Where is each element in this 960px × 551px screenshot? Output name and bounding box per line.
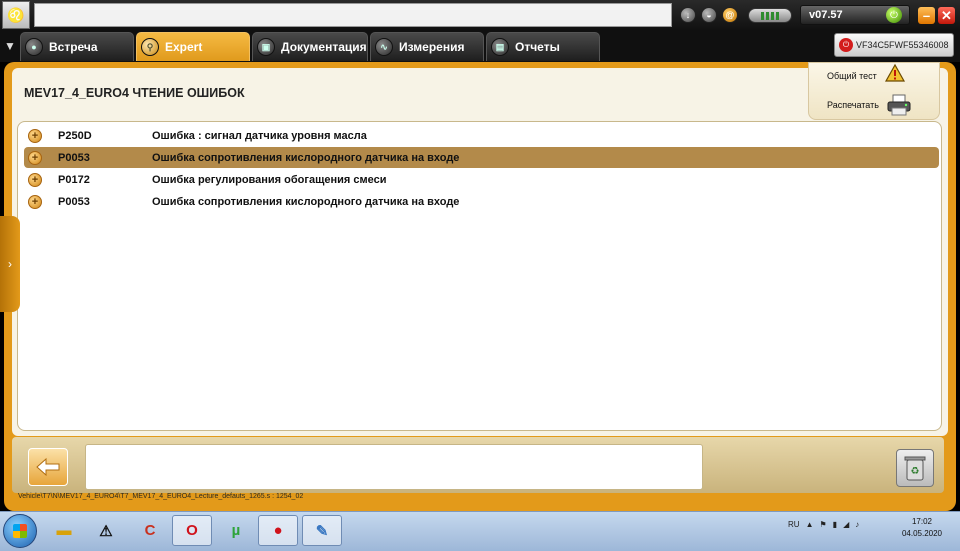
tab-expert[interactable]: ⚲ Expert bbox=[136, 32, 250, 61]
waveform-icon: ∿ bbox=[375, 38, 393, 56]
fault-description: Ошибка сопротивления кислородного датчик… bbox=[152, 195, 460, 208]
tab-label: Измерения bbox=[399, 40, 465, 54]
arrow-left-icon bbox=[36, 457, 60, 477]
tab-label: Документация bbox=[281, 40, 367, 54]
page-title: MEV17_4_EURO4 ЧТЕНИЕ ОШИБОК bbox=[24, 86, 245, 100]
document-icon: ▤ bbox=[491, 38, 509, 56]
list-item[interactable]: + P250D Ошибка : сигнал датчика уровня м… bbox=[24, 125, 939, 146]
expand-icon[interactable]: + bbox=[28, 150, 42, 165]
book-icon: ▣ bbox=[257, 38, 275, 56]
message-field bbox=[85, 444, 703, 490]
fault-description: Ошибка сопротивления кислородного датчик… bbox=[152, 151, 460, 164]
title-bar: ♌ ↓ ◒ @ v07.57 ⏻ – ✕ bbox=[0, 0, 960, 30]
magnifier-icon: ⚲ bbox=[141, 38, 159, 56]
lion-logo-icon: ♌ bbox=[2, 1, 30, 29]
at-icon[interactable]: @ bbox=[722, 7, 738, 23]
fault-code: P0053 bbox=[58, 151, 90, 164]
opera-icon[interactable]: O bbox=[172, 515, 212, 546]
battery-icon bbox=[748, 8, 792, 23]
fault-description: Ошибка : сигнал датчика уровня масла bbox=[152, 129, 367, 142]
chevron-right-icon: › bbox=[8, 257, 12, 271]
fault-list: + P250D Ошибка : сигнал датчика уровня м… bbox=[17, 121, 942, 431]
svg-text:♻: ♻ bbox=[911, 466, 920, 477]
top-status-icons: ↓ ◒ @ bbox=[680, 7, 738, 23]
clock[interactable]: 17:02 04.05.2020 bbox=[900, 516, 944, 540]
tab-reports[interactable]: ▤ Отчеты bbox=[486, 32, 600, 61]
utorrent-icon[interactable]: µ bbox=[216, 515, 256, 546]
folder-icon[interactable]: ▬ bbox=[44, 515, 84, 546]
chevron-down-icon[interactable]: ▼ bbox=[2, 36, 18, 56]
tab-documentation[interactable]: ▣ Документация bbox=[252, 32, 368, 61]
printer-icon[interactable] bbox=[885, 93, 913, 117]
back-button[interactable] bbox=[28, 448, 68, 486]
tab-label: Встреча bbox=[49, 40, 98, 54]
power-icon: ⏻ bbox=[839, 38, 853, 52]
tab-label: Expert bbox=[165, 40, 203, 54]
list-item[interactable]: + P0053 Ошибка сопротивления кислородног… bbox=[24, 191, 939, 212]
status-path: Vehicle\T7\N\MEV17_4_EURO4\T7_MEV17_4_EU… bbox=[18, 493, 304, 500]
helmet-icon[interactable]: ◒ bbox=[701, 7, 717, 23]
list-item[interactable]: + P0172 Ошибка регулирования обогащения … bbox=[24, 169, 939, 190]
vin-label: VF34C5FWF55346008 bbox=[856, 40, 949, 50]
paint-icon[interactable]: ✎ bbox=[302, 515, 342, 546]
delete-button[interactable]: ♻ bbox=[896, 449, 934, 487]
language-indicator[interactable]: RU bbox=[788, 520, 800, 529]
fault-code: P0053 bbox=[58, 195, 90, 208]
print-label[interactable]: Распечатать bbox=[827, 100, 879, 110]
trash-icon: ♻ bbox=[904, 456, 926, 481]
download-icon[interactable]: ↓ bbox=[680, 7, 696, 23]
tab-meeting[interactable]: ● Встреча bbox=[20, 32, 134, 61]
list-item[interactable]: + P0053 Ошибка сопротивления кислородног… bbox=[24, 147, 939, 168]
tab-label: Отчеты bbox=[515, 40, 560, 54]
start-button[interactable] bbox=[3, 514, 37, 548]
system-tray: RU ▲ ⚑ ▮ ◢ ♪ bbox=[788, 516, 859, 532]
battery-tray-icon[interactable]: ▮ bbox=[833, 520, 837, 529]
fault-code: P0172 bbox=[58, 173, 90, 186]
power-status-icon[interactable]: ⏻ bbox=[886, 7, 902, 23]
ccleaner-icon[interactable]: C bbox=[130, 515, 170, 546]
general-test-label[interactable]: Общий тест bbox=[827, 71, 877, 81]
expand-icon[interactable]: + bbox=[28, 194, 42, 209]
address-field[interactable] bbox=[34, 3, 672, 27]
vin-button[interactable]: ⏻ VF34C5FWF55346008 bbox=[834, 33, 954, 57]
warning-icon[interactable] bbox=[883, 63, 907, 83]
clock-time: 17:02 bbox=[911, 517, 933, 526]
side-panel-handle[interactable]: › bbox=[0, 216, 20, 312]
tools-box: Общий тест Распечатать bbox=[808, 62, 940, 120]
network-icon[interactable]: ◢ bbox=[843, 520, 849, 529]
expand-icon[interactable]: + bbox=[28, 128, 42, 143]
tab-bar: ▼ ● Встреча ⚲ Expert ▣ Документация ∿ Из… bbox=[0, 30, 960, 62]
taskbar: ▬ ⚠ C O µ ● ✎ RU ▲ ⚑ ▮ ◢ ♪ 17:02 04.05.2… bbox=[0, 511, 960, 551]
tray-arrow-icon[interactable]: ▲ bbox=[806, 520, 814, 529]
diagbox-icon[interactable]: ● bbox=[258, 515, 298, 546]
close-button[interactable]: ✕ bbox=[938, 7, 955, 24]
clock-date: 04.05.2020 bbox=[901, 529, 943, 538]
expand-icon[interactable]: + bbox=[28, 172, 42, 187]
fault-code: P250D bbox=[58, 129, 92, 142]
handshake-icon: ● bbox=[25, 38, 43, 56]
tab-measurements[interactable]: ∿ Измерения bbox=[370, 32, 484, 61]
flag-icon[interactable]: ⚑ bbox=[819, 520, 826, 529]
minimize-button[interactable]: – bbox=[918, 7, 935, 24]
warning-app-icon[interactable]: ⚠ bbox=[86, 515, 126, 546]
fault-description: Ошибка регулирования обогащения смеси bbox=[152, 173, 387, 186]
volume-icon[interactable]: ♪ bbox=[855, 520, 859, 529]
